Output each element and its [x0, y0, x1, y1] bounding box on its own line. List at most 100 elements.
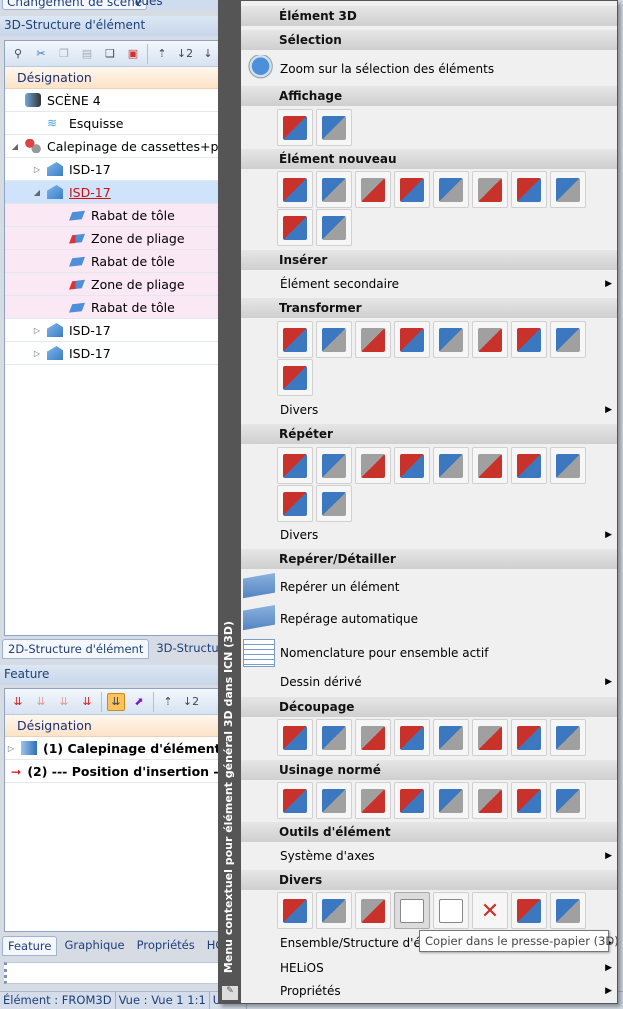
expand-icon[interactable]: ▷ [31, 349, 43, 358]
feature-jump-icon[interactable]: ⬈ [130, 693, 148, 711]
drill-7-button[interactable] [511, 782, 547, 819]
settings-gear-button[interactable] [316, 892, 352, 929]
expand-icon[interactable]: ↓ [199, 45, 217, 63]
feature-insert-icon[interactable]: ⇊ [9, 693, 27, 711]
repeat-rotate-button[interactable] [355, 447, 391, 484]
repeat-transform-2-button[interactable] [277, 485, 313, 522]
menu-item-zoom-selection[interactable]: Zoom sur la sélection des éléments [241, 55, 617, 83]
cut-7-button[interactable] [550, 719, 586, 756]
expand-icon[interactable]: ▷ [5, 744, 17, 753]
tree-row[interactable]: Rabat de tôle [5, 204, 229, 227]
tree-row[interactable]: ◢ Calepinage de cassettes+pa [5, 135, 229, 158]
properties-button[interactable] [277, 892, 313, 929]
menu-item-proprietes[interactable]: Propriétés ▶ [241, 980, 617, 1002]
transform-button[interactable] [550, 321, 586, 358]
tree-row[interactable]: SCÈNE 4 [5, 89, 229, 112]
feature-active-icon[interactable]: ⇊ [107, 692, 125, 711]
box-button[interactable] [511, 171, 547, 208]
feature-row[interactable]: ➞ (2) --- Position d'insertion --- [5, 760, 229, 783]
pipe-button[interactable] [277, 209, 313, 246]
menu-item-reperage-auto[interactable]: Repérage automatique [241, 605, 617, 631]
3d-sketch-button[interactable] [316, 171, 352, 208]
tab-proprietes[interactable]: Propriétés [132, 936, 200, 956]
repeat-translate-button[interactable] [316, 447, 352, 484]
gear-red-button[interactable] [316, 209, 352, 246]
designation-column-header[interactable]: Désignation [5, 67, 229, 89]
expand-icon[interactable]: ◢ [9, 142, 21, 151]
menu-item-systeme-axes[interactable]: Système d'axes ▶ [241, 845, 617, 867]
repeat-point-button[interactable] [511, 447, 547, 484]
expand-icon[interactable]: ▷ [31, 165, 43, 174]
scissors-button[interactable] [472, 719, 508, 756]
drill-4-button[interactable] [394, 782, 430, 819]
rotate-axis-button[interactable] [472, 321, 508, 358]
assembly-red-button[interactable] [355, 171, 391, 208]
pencil-icon[interactable]: ✎ [222, 986, 238, 1000]
tab-vues[interactable]: Vues [130, 0, 167, 8]
repeat-mirror-button[interactable] [394, 447, 430, 484]
repeat-move-button[interactable] [277, 447, 313, 484]
cut-1-button[interactable] [277, 719, 313, 756]
update-button[interactable] [511, 892, 547, 929]
feature-column-header[interactable]: Désignation [5, 715, 229, 737]
cut-5-button[interactable] [433, 719, 469, 756]
feature-insert-4-icon[interactable]: ⇊ [78, 693, 96, 711]
tab-graphique[interactable]: Graphique [59, 936, 129, 956]
feature-insert-2-icon[interactable]: ⇊ [32, 693, 50, 711]
mirror-button[interactable] [394, 321, 430, 358]
cut-3-button[interactable] [355, 719, 391, 756]
feature-row[interactable]: ▷ (1) Calepinage d'élément [5, 737, 229, 760]
translate-button[interactable] [316, 321, 352, 358]
menu-item-element-secondaire[interactable]: Élément secondaire ▶ [241, 273, 617, 295]
sort-icon[interactable]: ↓2 [182, 693, 200, 711]
tree-row[interactable]: ▷ ISD-17 [5, 319, 229, 342]
polyline-button[interactable] [277, 171, 313, 208]
pattern-button[interactable] [316, 485, 352, 522]
move-button[interactable] [277, 321, 313, 358]
menu-item-reperer-element[interactable]: Repérer un élément [241, 573, 617, 599]
menu-item-dessin-derive[interactable]: Dessin dérivé ▶ [241, 671, 617, 693]
tree-row[interactable]: Zone de pliage [5, 227, 229, 250]
copy-icon[interactable]: ❐ [55, 45, 73, 63]
cut-6-button[interactable] [511, 719, 547, 756]
assembly-blue-button[interactable] [394, 171, 430, 208]
drill-3-button[interactable] [355, 782, 391, 819]
cut-2-button[interactable] [316, 719, 352, 756]
tree-row[interactable]: ▷ ISD-17 [5, 158, 229, 181]
copy-special-icon[interactable]: ❏ [101, 45, 119, 63]
hide-gear-button[interactable] [277, 109, 313, 146]
cylinder-button[interactable] [550, 171, 586, 208]
move-axis-button[interactable] [433, 321, 469, 358]
delete-button[interactable]: ✕ [472, 892, 508, 929]
tree-row[interactable]: ▷ ISD-17 [5, 342, 229, 365]
drill-6-button[interactable] [472, 782, 508, 819]
paste-icon[interactable]: ▤ [78, 45, 96, 63]
3d-gear-button[interactable] [355, 892, 391, 929]
rotate-point-button[interactable] [511, 321, 547, 358]
drill-5-button[interactable] [433, 782, 469, 819]
tree-row[interactable]: ◢ ISD-17 [5, 181, 229, 204]
drill-8-button[interactable] [550, 782, 586, 819]
sort-icon[interactable]: ↓2 [176, 45, 194, 63]
transform-2-button[interactable] [277, 359, 313, 396]
feature-insert-3-icon[interactable]: ⇊ [55, 693, 73, 711]
menu-item-divers-transformer[interactable]: Divers ▶ [241, 399, 617, 421]
expand-icon[interactable]: ▷ [31, 326, 43, 335]
tree-row[interactable]: ≋ Esquisse [5, 112, 229, 135]
glass-block-button[interactable] [433, 171, 469, 208]
repeat-axis-button[interactable] [433, 447, 469, 484]
menu-item-divers-repeter[interactable]: Divers ▶ [241, 524, 617, 546]
expand-icon[interactable]: ◢ [31, 188, 43, 197]
tree-row[interactable]: Rabat de tôle [5, 296, 229, 319]
collapse-all-icon[interactable]: ⇡ [153, 45, 171, 63]
menu-item-helios[interactable]: HELiOS ▶ [241, 957, 617, 979]
cut-4-button[interactable] [394, 719, 430, 756]
tab-changement-de-scene[interactable]: Changement de scène [2, 0, 148, 10]
collapse-all-icon[interactable]: ⇡ [159, 693, 177, 711]
command-input[interactable] [4, 962, 230, 984]
text-gear-button[interactable] [550, 892, 586, 929]
drill-1-button[interactable] [277, 782, 313, 819]
show-gear-button[interactable] [316, 109, 352, 146]
tab-feature[interactable]: Feature [2, 936, 58, 956]
paste-special-icon[interactable]: ▣ [124, 45, 142, 63]
